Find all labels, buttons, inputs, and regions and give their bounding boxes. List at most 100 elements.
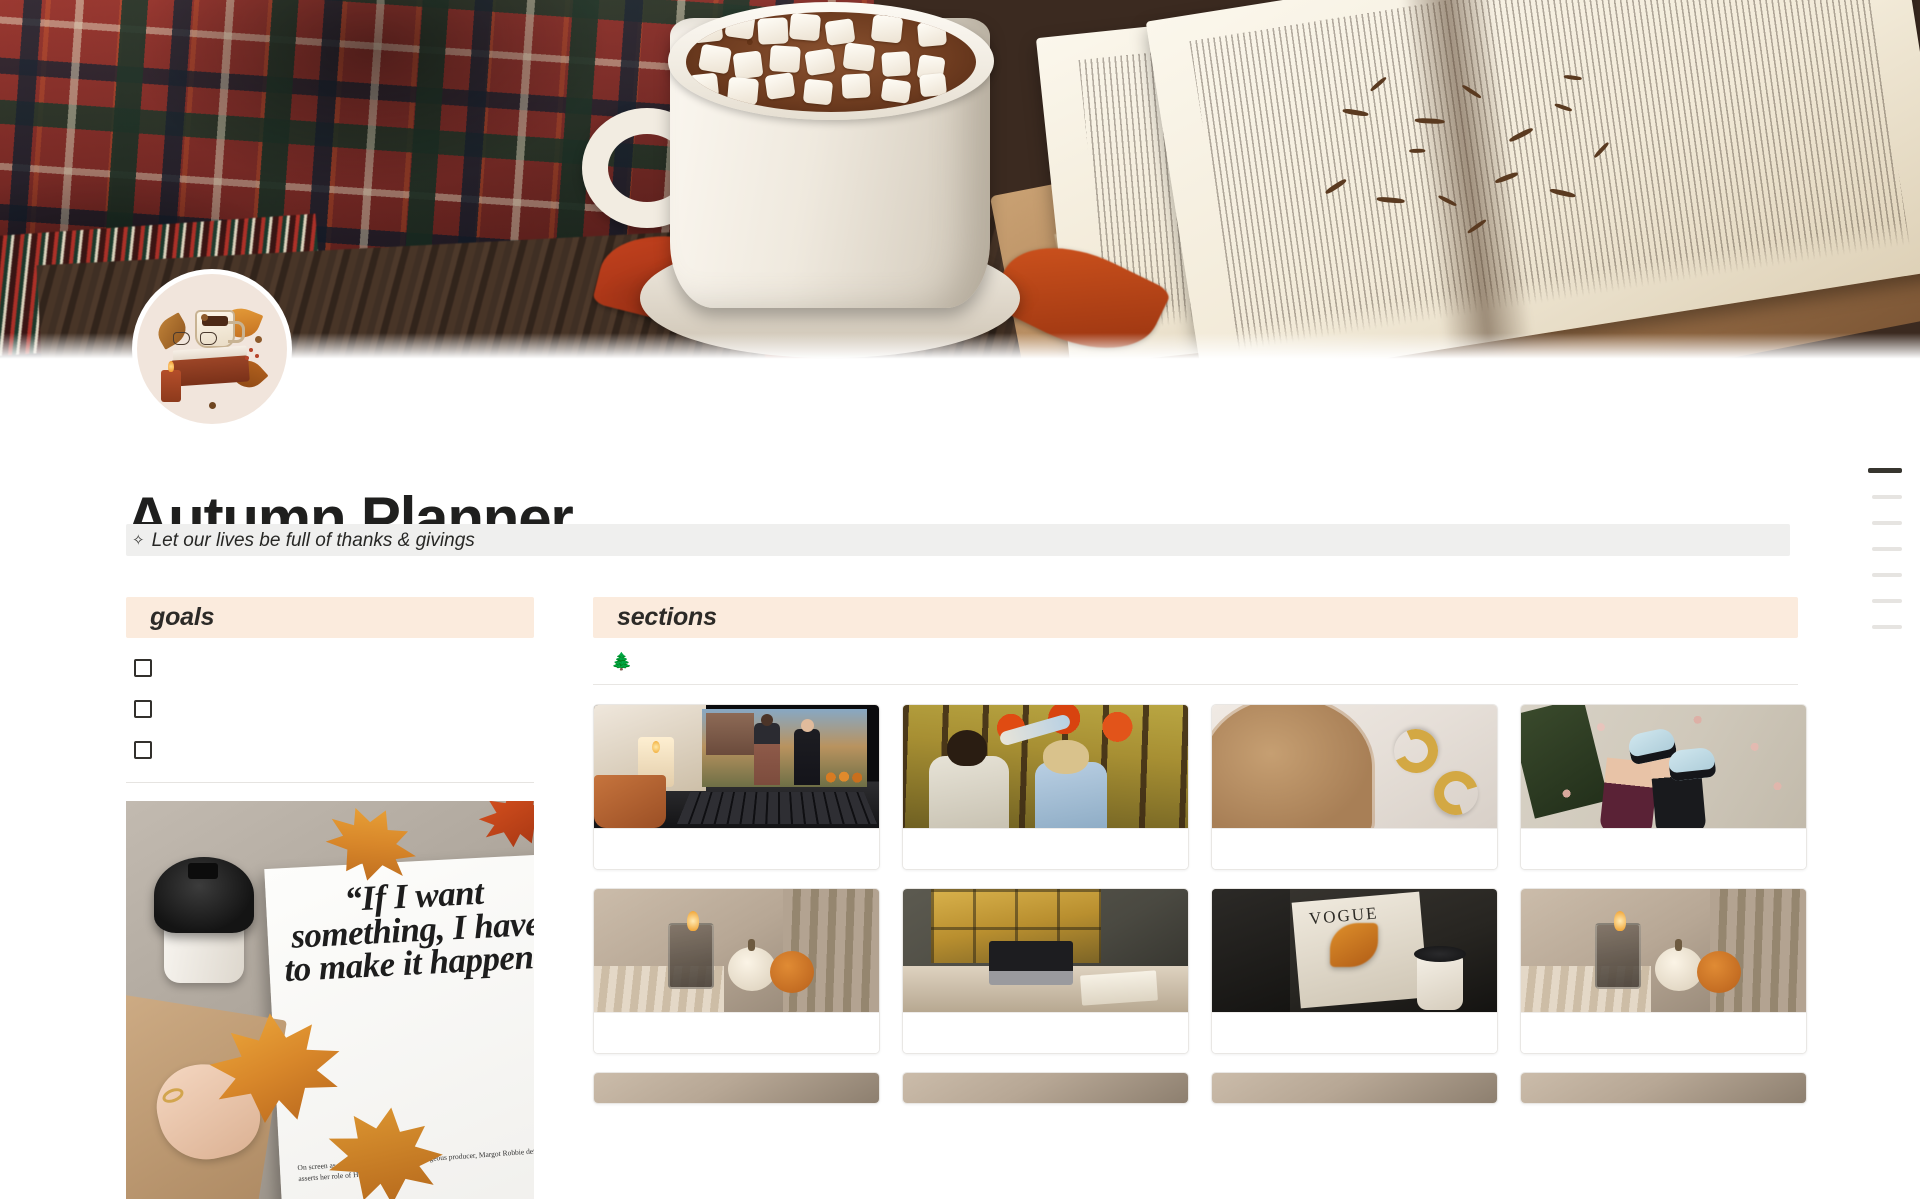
marshmallow (842, 42, 876, 72)
card-footer (1521, 828, 1806, 869)
section-card[interactable] (902, 888, 1189, 1054)
card-footer (903, 828, 1188, 869)
card-thumbnail (594, 1073, 879, 1103)
cover-bottom-fade (0, 333, 1920, 361)
callout-block[interactable]: ✧ Let our lives be full of thanks & givi… (126, 524, 1790, 556)
laptop-screen (702, 709, 867, 787)
curtain (1710, 889, 1806, 1012)
goals-header: goals (126, 597, 534, 638)
coffee-cup (148, 829, 258, 983)
sections-subheader[interactable]: 🌲 (593, 638, 1798, 684)
sections-card-grid-next-row (593, 1072, 1807, 1104)
section-card[interactable] (1520, 888, 1807, 1054)
sections-header-label: sections (617, 603, 717, 631)
candle (668, 911, 714, 989)
card-thumbnail (1521, 889, 1806, 1012)
card-thumbnail (594, 889, 879, 1012)
card-thumbnail (594, 705, 879, 828)
toc-entry[interactable] (1872, 573, 1902, 577)
white-pumpkin (728, 939, 776, 991)
marshmallow (757, 17, 789, 45)
iced-coffee-glass (1212, 705, 1375, 828)
section-card[interactable] (1211, 1072, 1498, 1104)
hot-chocolate-surface (686, 12, 976, 112)
marshmallow (688, 72, 720, 100)
cup-body (164, 925, 244, 983)
goals-column: goals “If I want something, I have to ma… (126, 597, 534, 1199)
goals-photo[interactable]: “If I want something, I have to make it … (126, 801, 534, 1199)
toc-entry[interactable] (1872, 599, 1902, 603)
sections-column: sections 🌲 (593, 597, 1807, 1199)
marshmallow (804, 47, 836, 77)
marshmallow (724, 12, 756, 40)
acorn-icon (209, 402, 216, 409)
magazine-quote: “If I want something, I have to make it … (283, 872, 534, 990)
section-card[interactable] (593, 1072, 880, 1104)
section-card[interactable] (593, 704, 880, 870)
mug (594, 775, 666, 828)
section-card[interactable] (1520, 1072, 1807, 1104)
oak-leaf-icon: 🌲 (611, 651, 633, 671)
toc-entry[interactable] (1872, 495, 1902, 499)
section-card[interactable] (1520, 704, 1807, 870)
card-thumbnail (1212, 889, 1497, 1012)
todo-item[interactable] (126, 695, 534, 723)
laptop-keyboard (676, 792, 878, 825)
book-icon (170, 355, 250, 387)
card-thumbnail (1212, 1073, 1497, 1103)
card-thumbnail (903, 1073, 1188, 1103)
card-footer (1521, 1012, 1806, 1053)
todo-checkbox[interactable] (134, 741, 152, 759)
card-footer (594, 828, 879, 869)
card-footer (1212, 828, 1497, 869)
section-card[interactable] (593, 888, 880, 1054)
marshmallow (690, 14, 724, 44)
card-footer (1212, 1012, 1497, 1053)
card-footer (594, 1012, 879, 1053)
heart-ice-cubes (1212, 705, 1366, 828)
sections-divider (593, 684, 1798, 685)
acorn-icon (255, 336, 262, 343)
orange-pumpkin (1697, 951, 1741, 993)
marshmallow (880, 78, 912, 104)
table-of-contents-rail[interactable] (1866, 468, 1902, 629)
page-icon[interactable] (137, 274, 287, 424)
toc-entry[interactable] (1872, 547, 1902, 551)
marshmallow (881, 51, 911, 77)
card-thumbnail (903, 889, 1188, 1012)
person-right (1035, 740, 1107, 828)
sections-card-grid (593, 704, 1807, 1054)
candle (1595, 911, 1641, 989)
todo-checkbox[interactable] (134, 659, 152, 677)
marshmallow (918, 72, 948, 98)
laptop (989, 941, 1073, 985)
page-cover-image[interactable] (0, 0, 1920, 361)
white-pumpkin (1655, 939, 1703, 991)
open-notebook (1080, 970, 1158, 1006)
gold-hoop-earring (1387, 722, 1445, 780)
marshmallow (841, 73, 871, 99)
toc-entry[interactable] (1872, 521, 1902, 525)
section-card[interactable] (1211, 888, 1498, 1054)
sparkle-icon: ✧ (132, 531, 145, 549)
card-thumbnail (1521, 1073, 1806, 1103)
todo-checkbox[interactable] (134, 700, 152, 718)
section-card[interactable] (902, 1072, 1189, 1104)
marshmallow (824, 18, 856, 46)
toc-entry[interactable] (1872, 625, 1902, 629)
sneaker-right (1667, 746, 1717, 782)
todo-item[interactable] (126, 654, 534, 682)
coat (1212, 889, 1290, 1012)
cup-lid (154, 857, 254, 933)
cover-artwork (0, 0, 1920, 361)
marshmallow (917, 20, 947, 48)
coffee-cup (1414, 946, 1466, 1010)
marshmallow (697, 43, 733, 75)
section-card[interactable] (1211, 704, 1498, 870)
marshmallow (764, 72, 796, 100)
todo-item[interactable] (126, 736, 534, 764)
gold-hoop-earring (1426, 763, 1486, 823)
toc-entry[interactable] (1868, 468, 1902, 473)
section-card[interactable] (902, 704, 1189, 870)
marshmallow (870, 14, 904, 44)
